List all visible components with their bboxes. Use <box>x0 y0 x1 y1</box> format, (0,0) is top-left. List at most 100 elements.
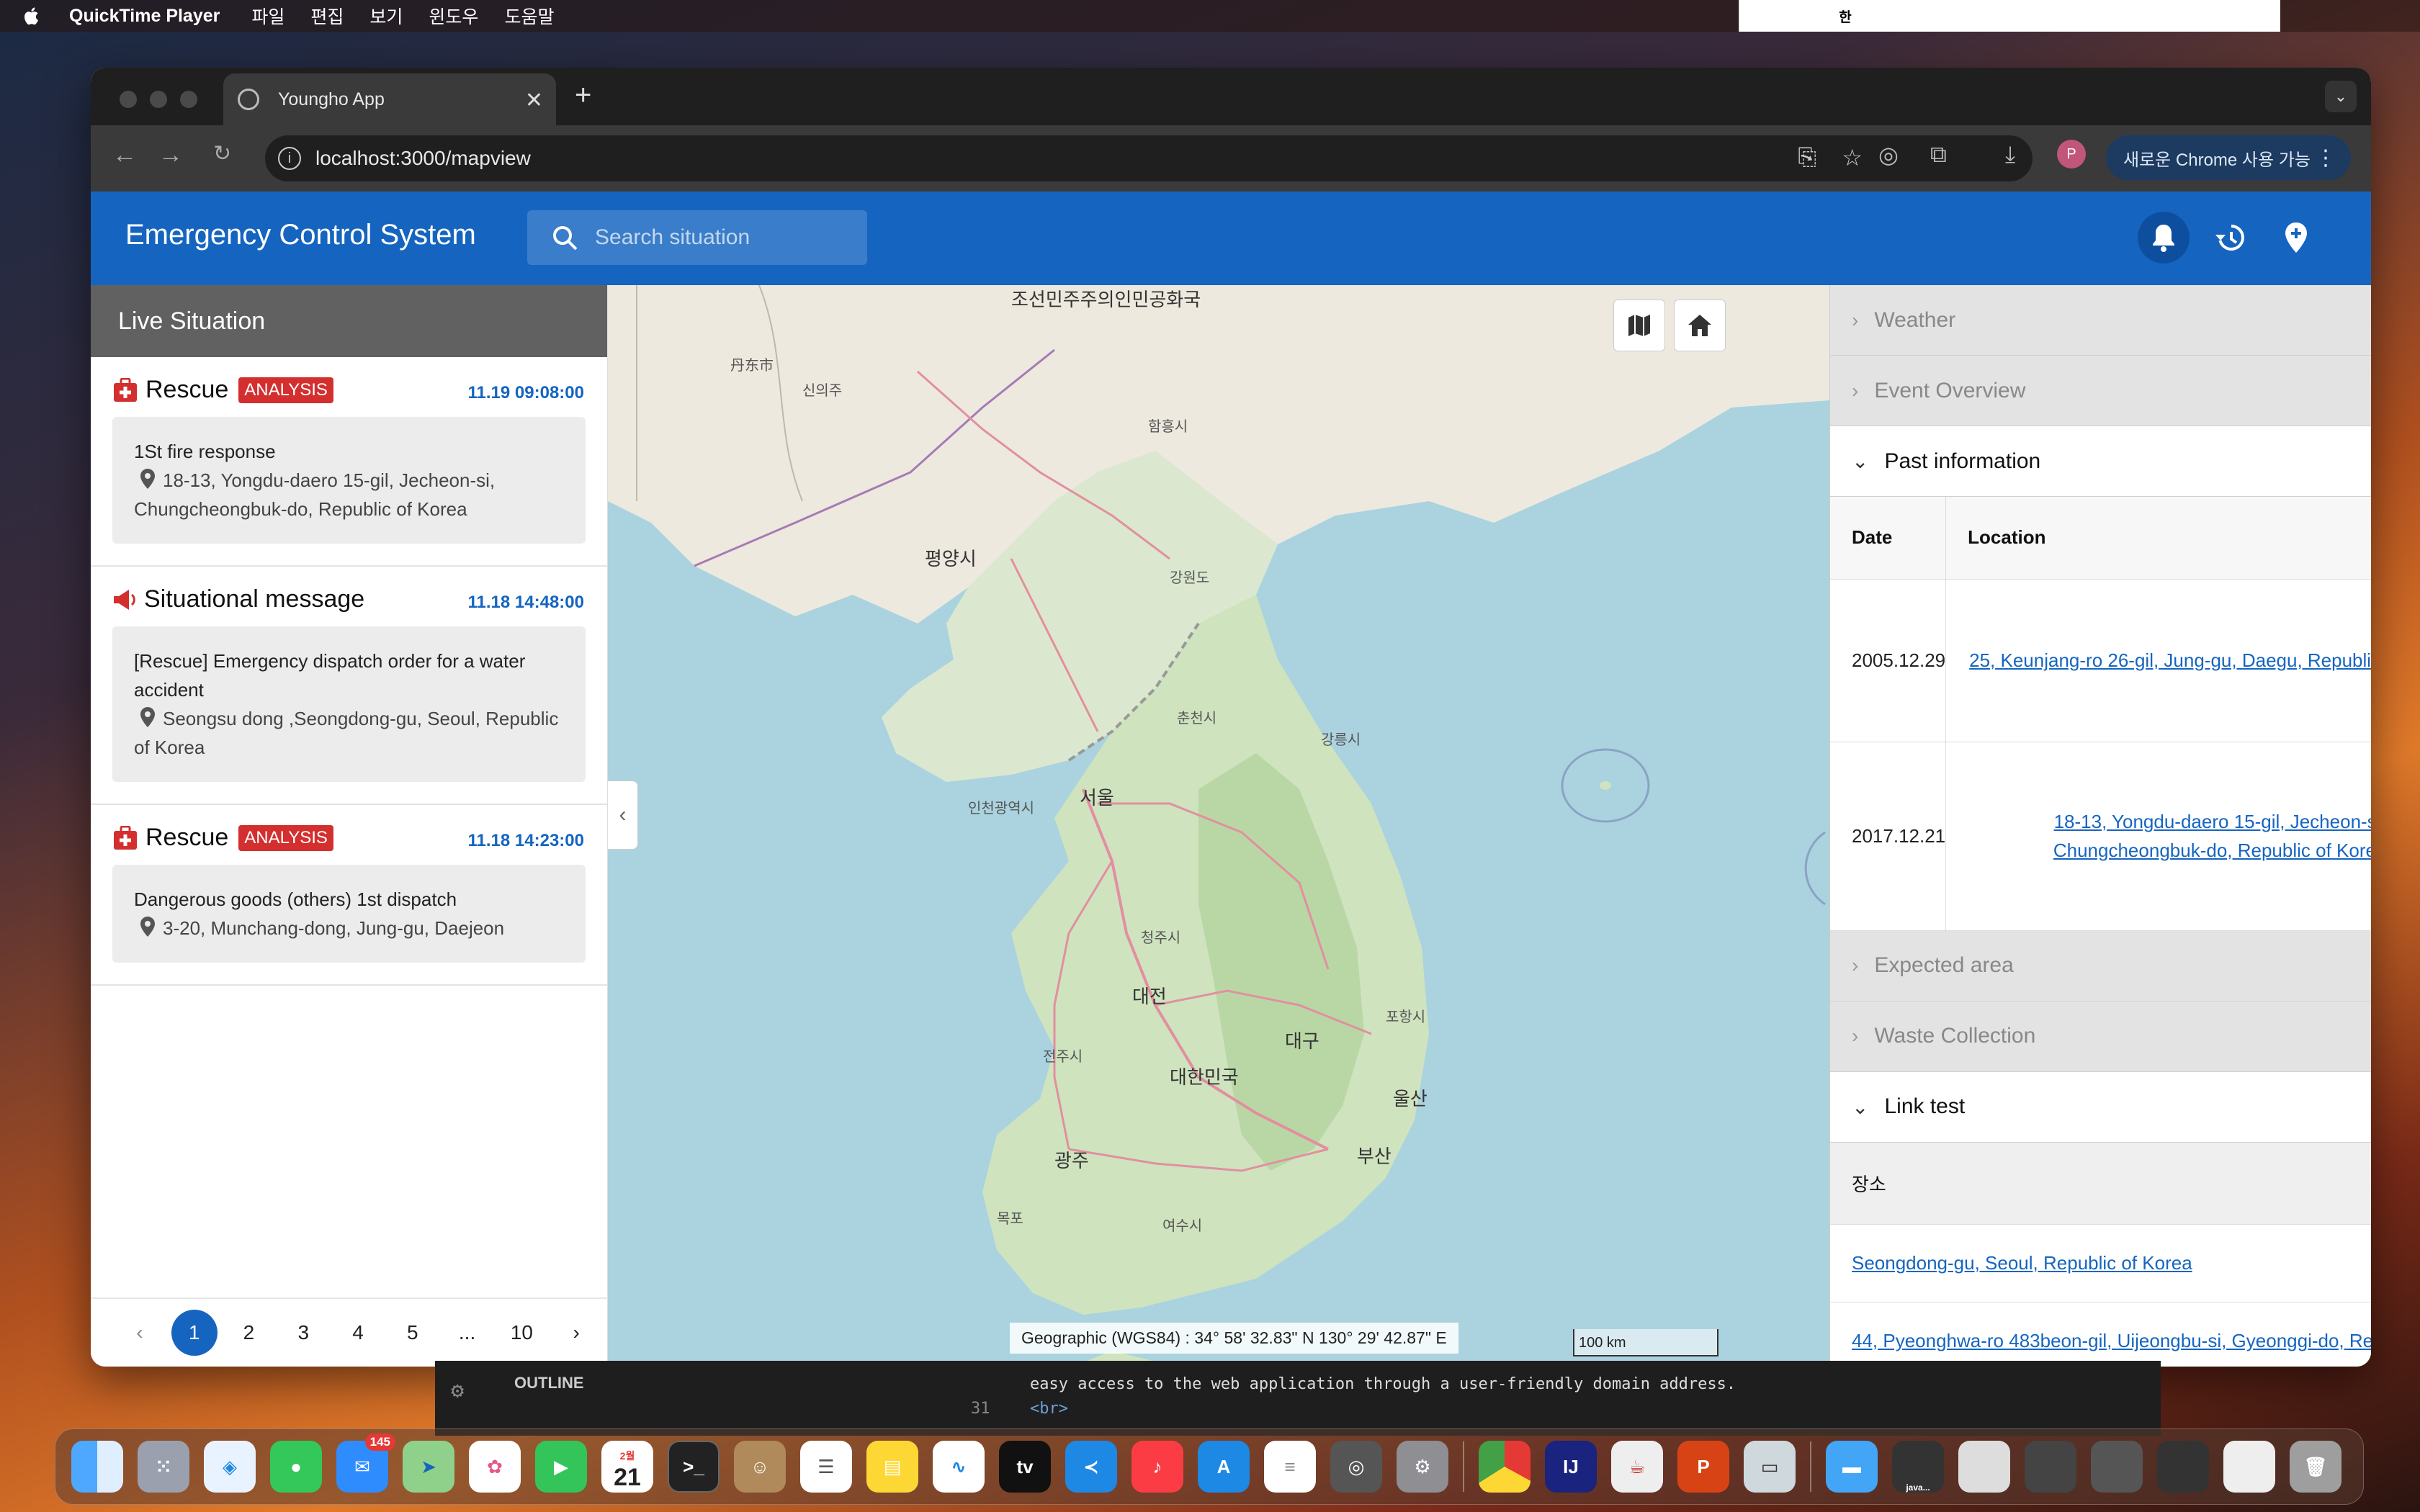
preview-icon[interactable]: ◎ <box>1330 1441 1382 1493</box>
battery-icon[interactable] <box>1882 6 1904 25</box>
situation-card[interactable]: Rescue ANALYSIS 11.19 09:08:00 1St fire … <box>91 357 607 567</box>
app-store-icon[interactable]: A <box>1198 1441 1250 1493</box>
close-tab-icon[interactable]: ✕ <box>525 88 543 113</box>
accordion-waste-collection[interactable]: › Waste Collection <box>1830 1001 2371 1072</box>
place-link[interactable]: 44, Pyeonghwa-ro 483beon-gil, Uijeongbu-… <box>1852 1330 2371 1351</box>
window-thumbnail[interactable] <box>2025 1441 2076 1493</box>
apple-tv-icon[interactable]: tv <box>999 1441 1051 1493</box>
extensions-puzzle-icon[interactable]: ⧉ <box>1930 141 1947 168</box>
mail-icon[interactable]: ✉ 145 <box>336 1434 395 1493</box>
situation-card[interactable]: Rescue ANALYSIS 11.18 14:23:00 Dangerous… <box>91 805 607 986</box>
site-info-icon[interactable]: i <box>278 147 301 170</box>
powerpoint-icon[interactable]: P <box>1677 1441 1729 1493</box>
more-menu-icon[interactable]: ⋮ <box>2315 145 2336 171</box>
search-input[interactable] <box>595 225 867 250</box>
page-button-1[interactable]: 1 <box>171 1310 218 1356</box>
java-icon[interactable]: ☕ <box>1611 1441 1663 1493</box>
back-arrow-icon[interactable]: ← <box>112 141 137 169</box>
page-button-2[interactable]: 2 <box>226 1310 272 1356</box>
chrome-update-button[interactable]: 새로운 Chrome 사용 가능 ⋮ <box>2106 135 2351 180</box>
folder-icon[interactable]: ▬ <box>1826 1441 1878 1493</box>
finder-icon[interactable] <box>71 1441 123 1493</box>
address-bar[interactable]: i localhost:3000/mapview ⎘ ☆ <box>265 135 2033 181</box>
menu-file[interactable]: 파일 <box>251 3 284 29</box>
chrome-icon[interactable] <box>1479 1441 1531 1493</box>
system-settings-icon[interactable]: ⚙ <box>1397 1441 1448 1493</box>
window-thumbnail[interactable] <box>2091 1441 2143 1493</box>
translate-icon[interactable]: ⎘ <box>1798 144 1816 171</box>
apple-logo-icon[interactable] <box>22 5 40 27</box>
textedit-icon[interactable]: ≡ <box>1264 1441 1316 1493</box>
map-view[interactable]: 조선민주주의인민공화국 평양시 함흥시 丹东市 신의주 강원도 춘천시 강릉시 … <box>608 285 1829 1367</box>
accordion-expected-area[interactable]: › Expected area <box>1830 930 2371 1002</box>
note-status-icon[interactable] <box>1739 6 1761 25</box>
next-page-button[interactable]: › <box>553 1310 599 1356</box>
accordion-past-information[interactable]: ⌄ Past information <box>1830 426 2371 497</box>
menu-window[interactable]: 윈도우 <box>429 3 478 29</box>
facetime-icon[interactable]: ▶ <box>535 1441 587 1493</box>
past-location-link[interactable]: 25, Keunjang-ro 26-gil, Jung-gu, Daegu, … <box>1969 649 2371 671</box>
notifications-button[interactable] <box>2138 212 2190 264</box>
map-home-button[interactable] <box>1674 300 1726 351</box>
menu-help[interactable]: 도움말 <box>504 3 554 29</box>
menu-edit[interactable]: 편집 <box>310 3 344 29</box>
accordion-link-test[interactable]: ⌄ Link test <box>1830 1071 2371 1143</box>
maps-icon[interactable]: ➤ <box>403 1441 454 1493</box>
page-button-3[interactable]: 3 <box>280 1310 326 1356</box>
terminal-icon[interactable]: >_ <box>668 1441 720 1493</box>
vscode-icon[interactable]: ≺ <box>1065 1441 1117 1493</box>
menu-view[interactable]: 보기 <box>369 3 403 29</box>
safari-icon[interactable]: ◈ <box>204 1441 256 1493</box>
wifi-icon[interactable] <box>1930 6 1951 25</box>
browser-tab[interactable]: Youngho App ✕ <box>223 73 556 125</box>
search-box[interactable] <box>527 210 867 265</box>
window-thumbnail[interactable] <box>2157 1441 2209 1493</box>
input-source-icon[interactable]: 한 <box>1834 6 1856 25</box>
history-button[interactable] <box>2204 212 2256 264</box>
minimize-window-button[interactable] <box>150 91 167 108</box>
forward-arrow-icon[interactable]: → <box>158 141 183 169</box>
music-icon[interactable]: ♪ <box>1131 1441 1183 1493</box>
place-link[interactable]: Seongdong-gu, Seoul, Republic of Korea <box>1852 1252 2192 1274</box>
window-thumbnail[interactable] <box>2223 1441 2275 1493</box>
menu-app-name[interactable]: QuickTime Player <box>69 6 220 27</box>
accordion-event-overview[interactable]: › Event Overview <box>1830 356 2371 426</box>
java-window-thumbnail[interactable]: java... <box>1892 1441 1944 1493</box>
situation-card[interactable]: Situational message 11.18 14:48:00 [Resc… <box>91 567 607 805</box>
accordion-weather[interactable]: › Weather <box>1830 285 2371 356</box>
reload-icon[interactable]: ↻ <box>213 141 231 166</box>
spotlight-search-icon[interactable] <box>1977 6 1999 25</box>
page-button-4[interactable]: 4 <box>335 1310 381 1356</box>
notes-icon[interactable]: ▤ <box>866 1441 918 1493</box>
add-location-button[interactable] <box>2270 212 2322 264</box>
freeform-icon[interactable]: ∿ <box>933 1441 985 1493</box>
close-window-button[interactable] <box>120 91 137 108</box>
voice-control-icon[interactable]: ✎ <box>1787 6 1809 25</box>
intellij-icon[interactable]: IJ <box>1545 1441 1597 1493</box>
messages-icon[interactable]: ● <box>270 1441 322 1493</box>
download-icon[interactable]: ⤓ <box>2005 141 2015 168</box>
new-tab-button[interactable]: + <box>575 79 591 112</box>
calendar-icon[interactable]: 2월 21 <box>601 1441 653 1493</box>
bookmark-star-icon[interactable]: ☆ <box>1842 144 1863 171</box>
photos-icon[interactable]: ✿ <box>469 1441 521 1493</box>
past-location-link[interactable]: 18-13, Yongdu-daero 15-gil, Jecheon-si, … <box>2053 811 2371 861</box>
map-layers-button[interactable] <box>1613 300 1665 351</box>
page-button-10[interactable]: 10 <box>498 1310 544 1356</box>
collapse-panel-button[interactable]: ‹ <box>608 780 638 850</box>
window-thumbnail[interactable] <box>1958 1441 2010 1493</box>
tab-search-button[interactable]: ⌄ <box>2325 81 2357 112</box>
page-button-5[interactable]: 5 <box>390 1310 436 1356</box>
reminders-icon[interactable]: ☰ <box>800 1441 852 1493</box>
contacts-icon[interactable]: ☺ <box>734 1441 786 1493</box>
prev-page-button[interactable]: ‹ <box>117 1310 163 1356</box>
outline-heading[interactable]: OUTLINE <box>514 1374 584 1392</box>
gear-icon[interactable]: ⚙ <box>451 1378 464 1403</box>
trash-icon[interactable]: 🗑 <box>2290 1441 2341 1493</box>
launchpad-icon[interactable]: ⁙ <box>138 1441 189 1493</box>
preview-window-icon[interactable]: ▭ <box>1744 1441 1796 1493</box>
control-center-icon[interactable] <box>2025 6 2046 25</box>
zoom-window-button[interactable] <box>180 91 197 108</box>
profile-avatar[interactable]: P <box>2057 140 2086 168</box>
menu-clock[interactable]: 2월 21일 (금) 오후 12:45 <box>2072 3 2262 29</box>
